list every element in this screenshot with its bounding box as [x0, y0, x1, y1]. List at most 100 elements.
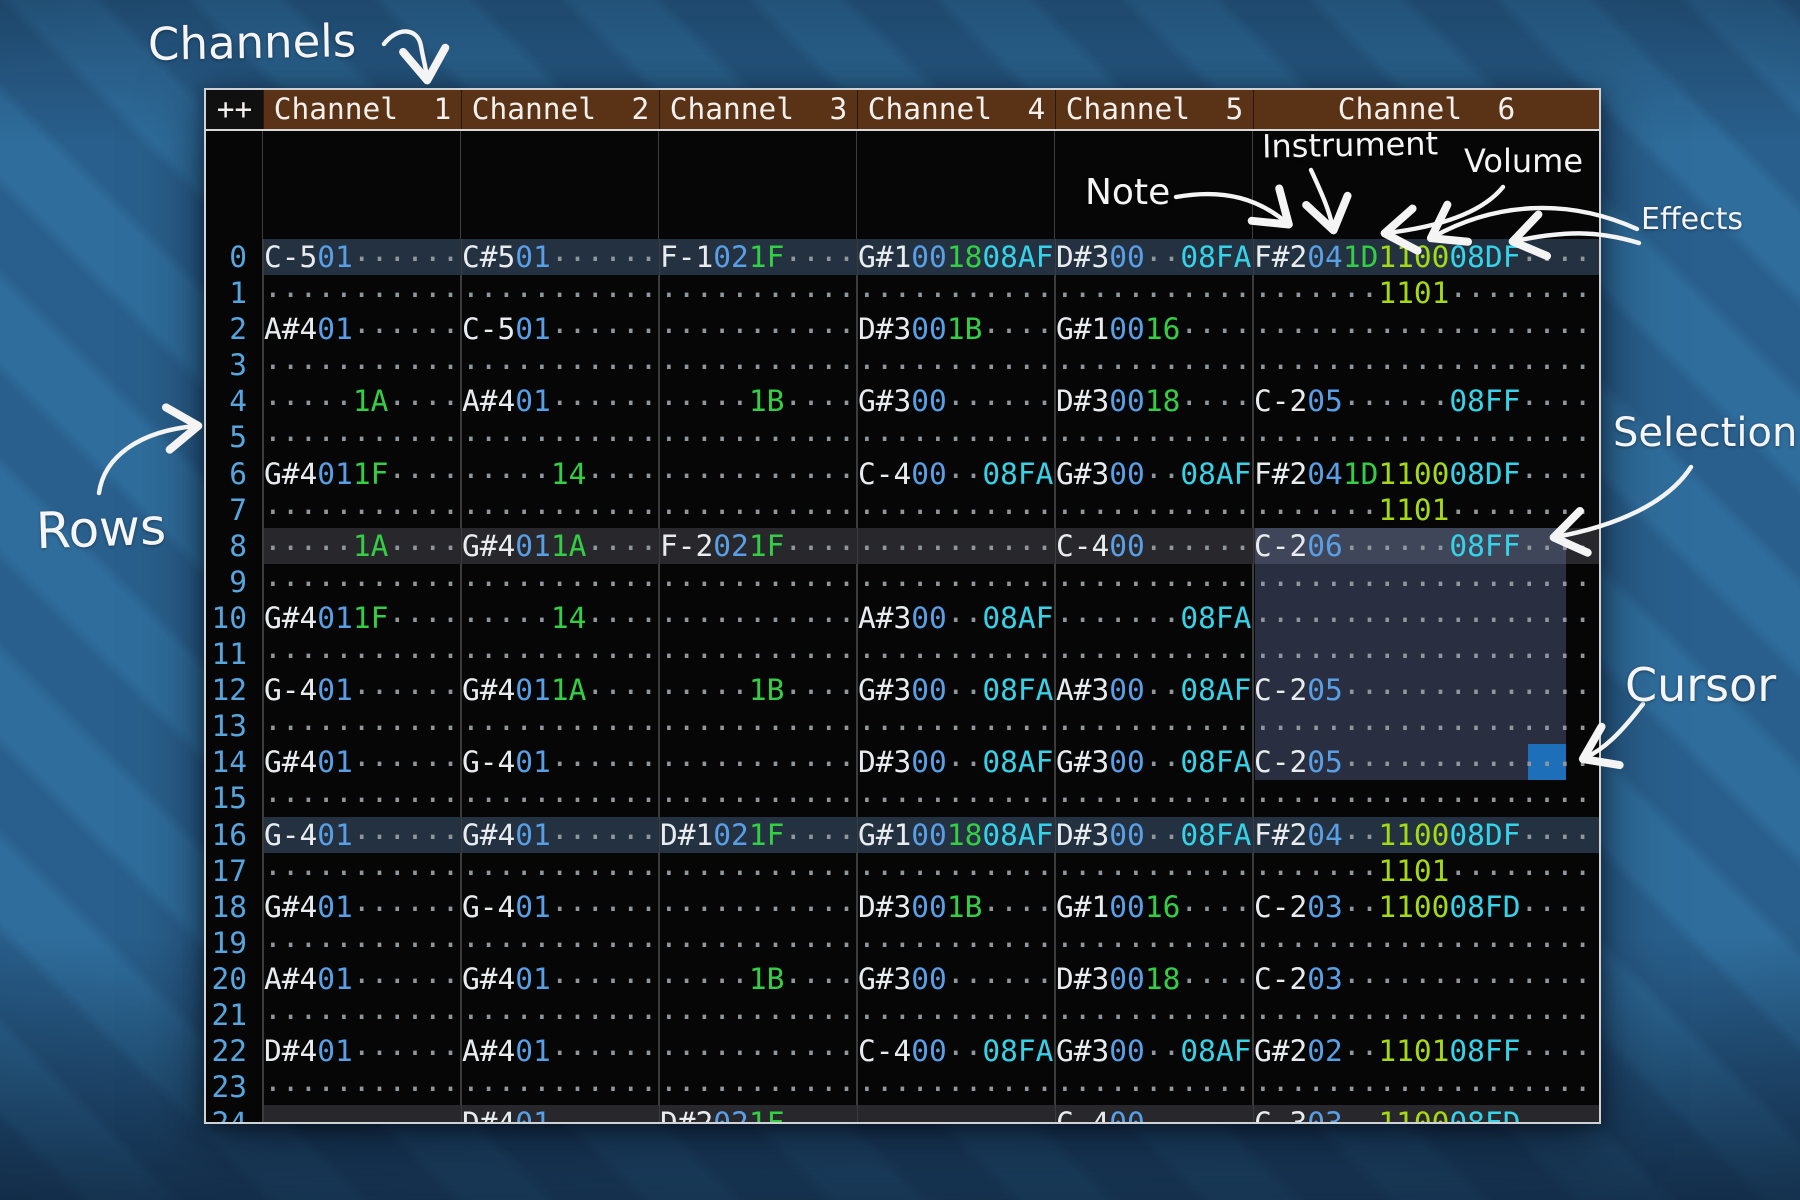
pattern-cell-ch4[interactable]: ........... — [857, 1105, 1055, 1124]
pattern-cell-ch6[interactable]: G#202..110108FF.... — [1253, 1033, 1599, 1069]
pattern-cell-ch3[interactable]: F-1021F.... — [659, 239, 857, 275]
pattern-cell-ch2[interactable]: ........... — [461, 708, 659, 744]
pattern-cell-ch5[interactable]: D#300..08FA — [1055, 239, 1253, 275]
pattern-cell-ch4[interactable]: G#300..08FA — [857, 672, 1055, 708]
pattern-cell-ch4[interactable]: ........... — [857, 528, 1055, 564]
channel-header-3[interactable]: Channel 3 — [659, 90, 857, 129]
pattern-cell-ch1[interactable]: ........... — [263, 492, 461, 528]
pattern-cell-ch2[interactable]: A#401...... — [461, 383, 659, 419]
pattern-cell-ch1[interactable]: ........... — [263, 997, 461, 1033]
pattern-cell-ch1[interactable]: .....1A.... — [263, 383, 461, 419]
pattern-cell-ch1[interactable]: A#401...... — [263, 961, 461, 997]
pattern-cell-ch3[interactable]: ........... — [659, 708, 857, 744]
pattern-cell-ch5[interactable]: G#300..08AF — [1055, 1033, 1253, 1069]
pattern-cell-ch1[interactable]: D#401...... — [263, 1033, 461, 1069]
pattern-cell-ch1[interactable]: ........... — [263, 1105, 461, 1124]
pattern-cell-ch6[interactable]: ................... — [1253, 780, 1599, 816]
pattern-cell-ch2[interactable]: G#4011A.... — [461, 672, 659, 708]
pattern-cell-ch6[interactable]: ................... — [1253, 347, 1599, 383]
pattern-cell-ch4[interactable]: G#300...... — [857, 383, 1055, 419]
pattern-cell-ch4[interactable]: C-400..08FA — [857, 456, 1055, 492]
pattern-cell-ch4[interactable]: G#1001808AF — [857, 817, 1055, 853]
pattern-cell-ch1[interactable]: ........... — [263, 275, 461, 311]
pattern-cell-ch5[interactable]: ........... — [1055, 780, 1253, 816]
pattern-cell-ch3[interactable]: D#1021F.... — [659, 817, 857, 853]
pattern-cell-ch1[interactable]: ........... — [263, 708, 461, 744]
pattern-cell-ch4[interactable]: G#1001808AF — [857, 239, 1055, 275]
pattern-cell-ch6[interactable]: ................... — [1253, 419, 1599, 455]
pattern-cell-ch4[interactable]: D#300..08AF — [857, 744, 1055, 780]
pattern-cell-ch5[interactable]: ........... — [1055, 1069, 1253, 1105]
pattern-cell-ch2[interactable]: ........... — [461, 780, 659, 816]
pattern-cell-ch5[interactable]: D#30018.... — [1055, 383, 1253, 419]
pattern-cell-ch4[interactable]: A#300..08AF — [857, 600, 1055, 636]
pattern-cell-ch5[interactable]: ........... — [1055, 636, 1253, 672]
pattern-cell-ch6[interactable]: C-303..110008FD.... — [1253, 1105, 1599, 1124]
pattern-cell-ch5[interactable]: C-400...... — [1055, 1105, 1253, 1124]
pattern-cell-ch3[interactable]: ........... — [659, 347, 857, 383]
pattern-cell-ch3[interactable]: ........... — [659, 889, 857, 925]
pattern-cell-ch1[interactable]: G-401...... — [263, 672, 461, 708]
channel-header-5[interactable]: Channel 5 — [1055, 90, 1253, 129]
pattern-cell-ch4[interactable]: ........... — [857, 347, 1055, 383]
pattern-cell-ch3[interactable]: ........... — [659, 997, 857, 1033]
pattern-cell-ch5[interactable]: D#300..08FA — [1055, 817, 1253, 853]
pattern-cell-ch3[interactable]: ........... — [659, 275, 857, 311]
pattern-cell-ch4[interactable]: ........... — [857, 636, 1055, 672]
pattern-cell-ch1[interactable]: ........... — [263, 419, 461, 455]
pattern-cell-ch5[interactable]: G#300..08FA — [1055, 744, 1253, 780]
pattern-cell-ch5[interactable]: ........... — [1055, 997, 1253, 1033]
pattern-cell-ch3[interactable]: ........... — [659, 492, 857, 528]
pattern-cell-ch2[interactable]: ........... — [461, 347, 659, 383]
pattern-cell-ch6[interactable]: ................... — [1253, 997, 1599, 1033]
pattern-cell-ch2[interactable]: C#501...... — [461, 239, 659, 275]
add-channel-button[interactable]: ++ — [206, 90, 263, 129]
pattern-cell-ch2[interactable]: .....14.... — [461, 456, 659, 492]
pattern-cell-ch6[interactable]: C-205......08FF.... — [1253, 383, 1599, 419]
pattern-cell-ch5[interactable]: ........... — [1055, 708, 1253, 744]
pattern-cell-ch5[interactable]: D#30018.... — [1055, 961, 1253, 997]
pattern-cell-ch4[interactable]: ........... — [857, 275, 1055, 311]
pattern-cell-ch4[interactable]: D#3001B.... — [857, 889, 1055, 925]
pattern-cell-ch5[interactable]: C-400...... — [1055, 528, 1253, 564]
pattern-cell-ch4[interactable]: ........... — [857, 925, 1055, 961]
pattern-cell-ch5[interactable]: ........... — [1055, 275, 1253, 311]
channel-header-1[interactable]: Channel 1 — [263, 90, 461, 129]
pattern-cell-ch3[interactable]: ........... — [659, 311, 857, 347]
pattern-cell-ch4[interactable]: ........... — [857, 1069, 1055, 1105]
pattern-cell-ch6[interactable]: ................... — [1253, 311, 1599, 347]
pattern-cell-ch1[interactable]: ........... — [263, 1069, 461, 1105]
pattern-cell-ch5[interactable]: G#10016.... — [1055, 311, 1253, 347]
pattern-cell-ch2[interactable]: G#401...... — [461, 817, 659, 853]
pattern-cell-ch6[interactable]: F#2041D110008DF.... — [1253, 239, 1599, 275]
pattern-cell-ch2[interactable]: G#401...... — [461, 961, 659, 997]
pattern-cell-ch4[interactable]: ........... — [857, 419, 1055, 455]
pattern-cell-ch2[interactable]: .....14.... — [461, 600, 659, 636]
pattern-cell-ch4[interactable]: ........... — [857, 708, 1055, 744]
pattern-cell-ch6[interactable]: C-203..110008FD.... — [1253, 889, 1599, 925]
pattern-cell-ch1[interactable]: G#4011F.... — [263, 600, 461, 636]
pattern-cell-ch1[interactable]: ........... — [263, 564, 461, 600]
pattern-cell-ch1[interactable]: ........... — [263, 347, 461, 383]
pattern-cell-ch3[interactable]: .....1B.... — [659, 672, 857, 708]
pattern-cell-ch1[interactable]: ........... — [263, 636, 461, 672]
pattern-cell-ch5[interactable]: ........... — [1055, 419, 1253, 455]
pattern-cell-ch2[interactable]: ........... — [461, 925, 659, 961]
pattern-cell-ch1[interactable]: A#401...... — [263, 311, 461, 347]
pattern-cell-ch3[interactable]: ........... — [659, 564, 857, 600]
pattern-cell-ch3[interactable]: ........... — [659, 1033, 857, 1069]
pattern-cell-ch6[interactable]: .......1101........ — [1253, 853, 1599, 889]
pattern-cell-ch5[interactable]: G#300..08AF — [1055, 456, 1253, 492]
channel-header-6[interactable]: Channel 6 — [1253, 90, 1599, 129]
pattern-cell-ch4[interactable]: ........... — [857, 853, 1055, 889]
pattern-cell-ch5[interactable]: G#10016.... — [1055, 889, 1253, 925]
pattern-cell-ch4[interactable]: G#300...... — [857, 961, 1055, 997]
pattern-cell-ch2[interactable]: ........... — [461, 997, 659, 1033]
pattern-cell-ch3[interactable]: ........... — [659, 600, 857, 636]
pattern-cell-ch1[interactable]: G#401...... — [263, 889, 461, 925]
pattern-cell-ch2[interactable]: ........... — [461, 853, 659, 889]
pattern-cell-ch3[interactable]: ........... — [659, 419, 857, 455]
pattern-cell-ch2[interactable]: G-401...... — [461, 889, 659, 925]
pattern-cell-ch3[interactable]: ........... — [659, 1069, 857, 1105]
pattern-cell-ch1[interactable]: .....1A.... — [263, 528, 461, 564]
